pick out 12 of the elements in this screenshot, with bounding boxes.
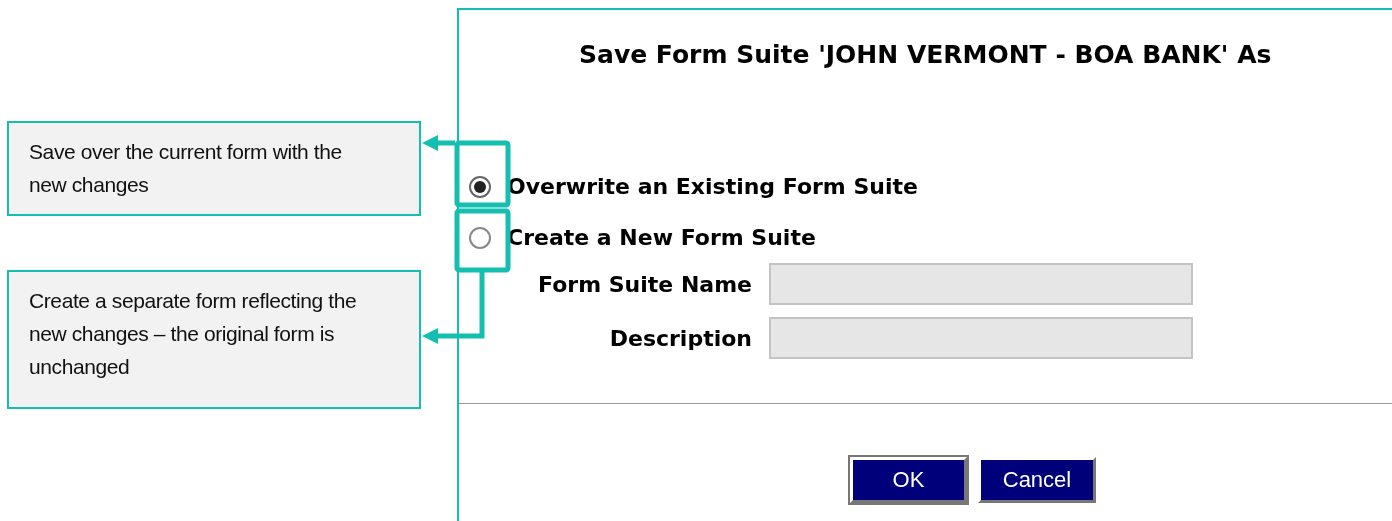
- option-label: Overwrite an Existing Form Suite: [507, 174, 918, 199]
- ok-button[interactable]: OK: [850, 457, 967, 503]
- callout-note: Save over the current form with the new changes: [7, 121, 421, 216]
- radio-button[interactable]: [469, 175, 491, 198]
- dialog-title: Save Form Suite 'JOHN VERMONT - BOA BANK' As: [579, 40, 1273, 70]
- cancel-button[interactable]: Cancel: [978, 457, 1096, 503]
- field-label: Form Suite Name: [538, 271, 752, 297]
- callout-note: Create a separate form reflecting the new changes – the original form is unchanged: [7, 270, 421, 409]
- option-label: Create a New Form Suite: [507, 225, 816, 250]
- field-label: Description: [609, 325, 752, 351]
- radio-button[interactable]: [469, 226, 491, 249]
- arrow: [422, 135, 455, 151]
